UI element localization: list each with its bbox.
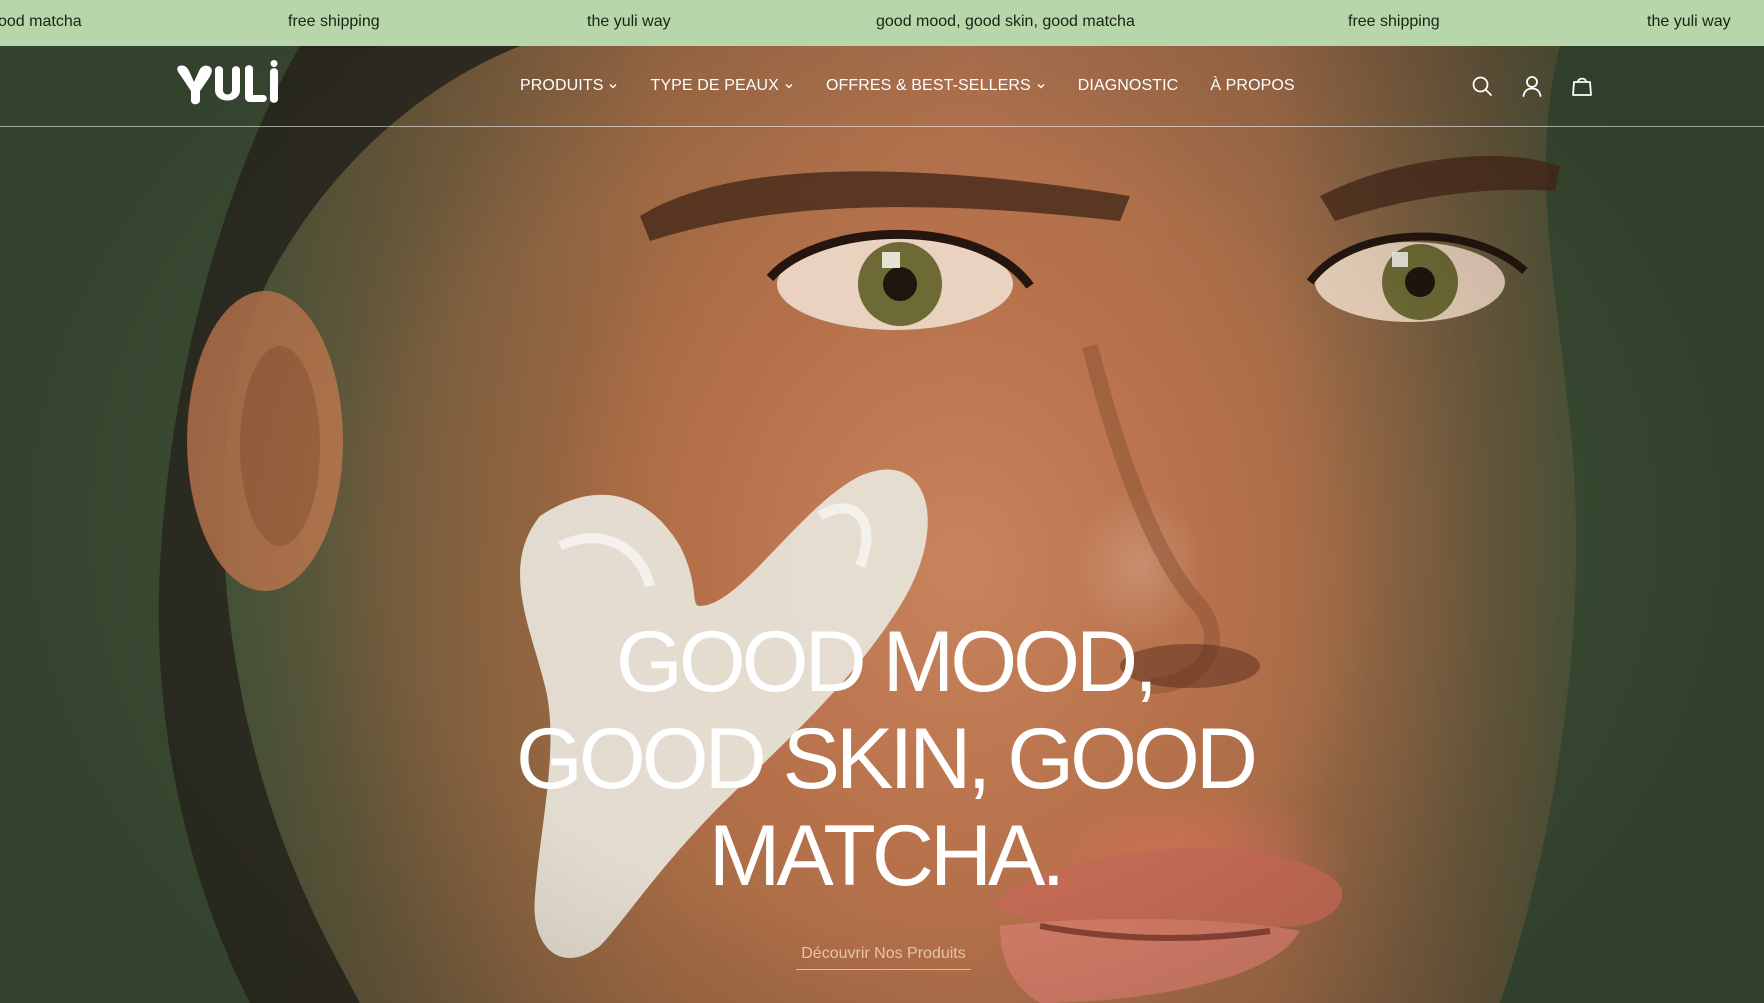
announcement-item: the yuli way: [587, 13, 671, 30]
announcement-item: free shipping: [288, 13, 380, 30]
chevron-down-icon: [785, 84, 793, 89]
search-icon: [1472, 76, 1492, 96]
yuli-logo[interactable]: [176, 60, 290, 108]
discover-products-link[interactable]: Découvrir Nos Produits: [796, 945, 971, 970]
hero-headline-line: GOOD SKIN, GOOD: [516, 711, 1258, 807]
yuli-logo-mark: [177, 60, 278, 105]
main-nav: PRODUITS TYPE DE PEAUX OFFRES & BEST-SEL…: [520, 46, 1295, 126]
nav-item-diagnostic[interactable]: DIAGNOSTIC: [1078, 77, 1179, 95]
hero-headline: GOOD MOOD, GOOD SKIN, GOOD MATCHA.: [470, 614, 1300, 905]
chevron-down-icon: [1037, 84, 1045, 89]
search-button[interactable]: [1470, 74, 1494, 98]
nav-item-label: PRODUITS: [520, 77, 604, 94]
hero-headline-line: GOOD MOOD,: [615, 614, 1158, 710]
nav-item-label: TYPE DE PEAUX: [650, 77, 779, 94]
announcement-item: the yuli way: [1647, 13, 1731, 30]
nav-item-offres-best-sellers[interactable]: OFFRES & BEST-SELLERS: [826, 77, 1046, 95]
announcement-item: good mood, good skin, good matcha: [876, 13, 1135, 30]
cart-icon: [1572, 77, 1592, 96]
nav-item-label: OFFRES & BEST-SELLERS: [825, 77, 1031, 94]
nav-item-type-de-peaux[interactable]: TYPE DE PEAUX: [650, 77, 793, 95]
nav-item-label: DIAGNOSTIC: [1077, 77, 1179, 94]
cart-button[interactable]: [1570, 74, 1594, 98]
chevron-down-icon: [609, 84, 617, 89]
account-icon: [1522, 76, 1542, 97]
announcement-item: ood matcha: [0, 13, 82, 30]
announcement-bar: ood matcha free shipping the yuli way go…: [0, 0, 1764, 46]
nav-item-produits[interactable]: PRODUITS: [520, 77, 618, 95]
nav-item-label: À PROPOS: [1210, 77, 1295, 94]
site-header: PRODUITS TYPE DE PEAUX OFFRES & BEST-SEL…: [0, 46, 1764, 127]
announcement-item: free shipping: [1348, 13, 1440, 30]
nav-item-a-propos[interactable]: À PROPOS: [1210, 77, 1294, 95]
hero-headline-line: MATCHA.: [708, 808, 1066, 904]
account-button[interactable]: [1520, 74, 1544, 98]
header-actions: [1470, 46, 1594, 126]
